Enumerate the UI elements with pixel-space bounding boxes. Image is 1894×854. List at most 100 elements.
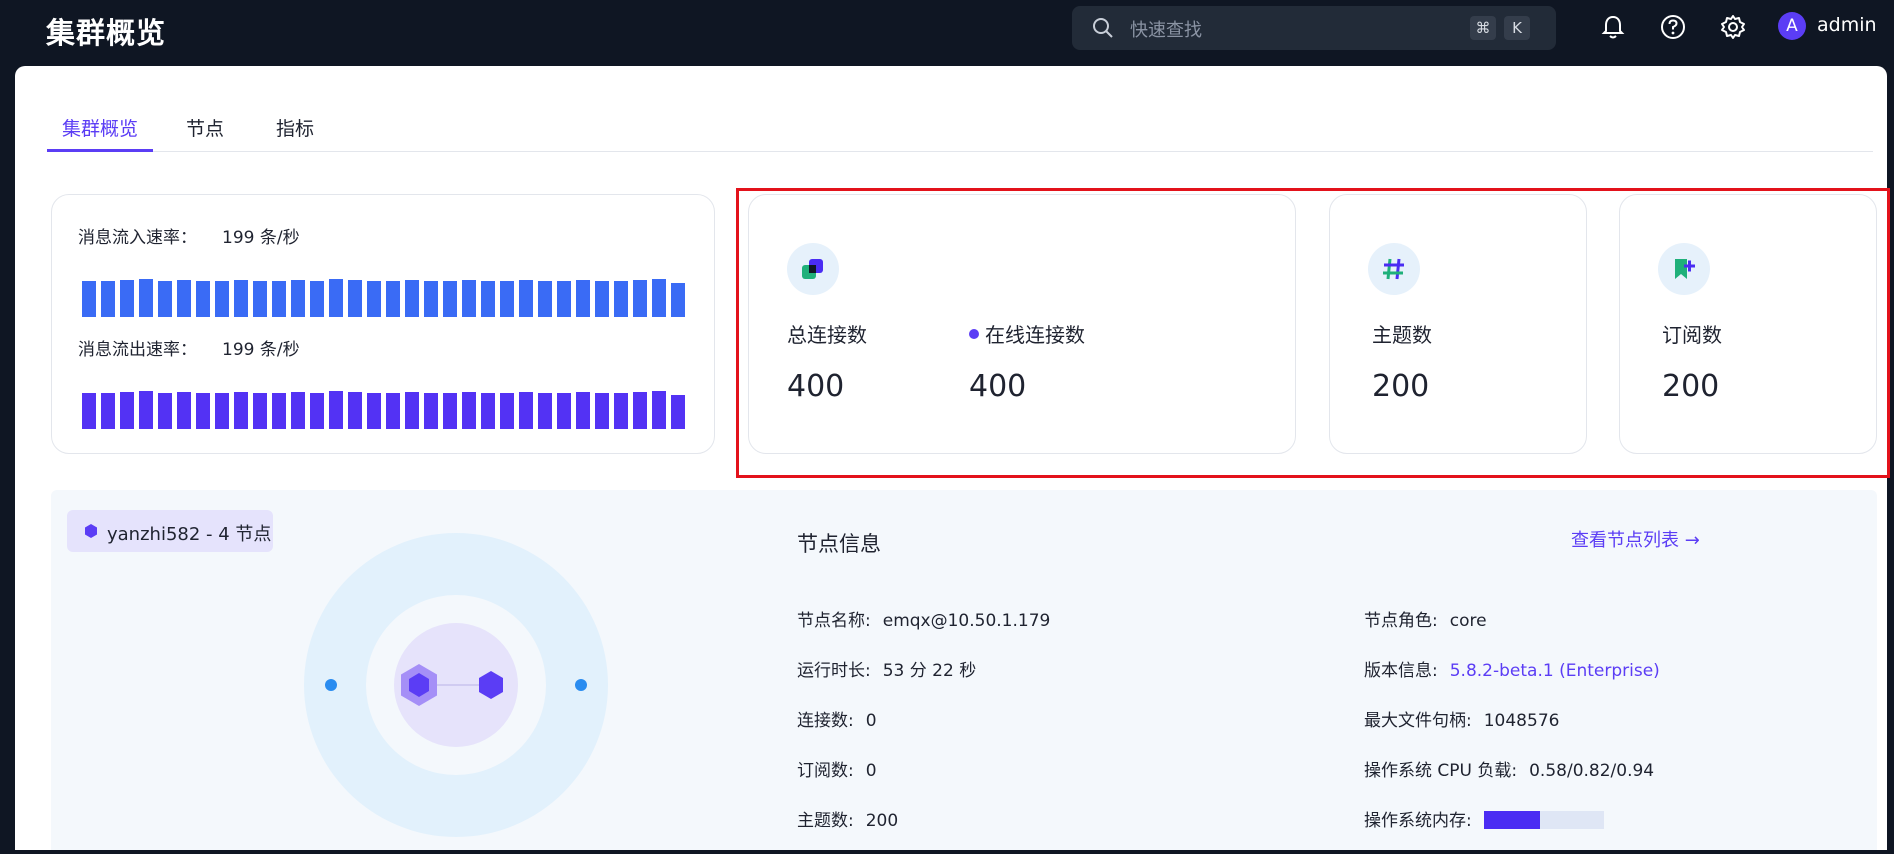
outflow-rate-bar [386, 393, 400, 429]
tab-cluster-overview[interactable]: 集群概览 [47, 114, 154, 152]
inflow-rate-bar [234, 280, 248, 317]
inflow-rate-bar [215, 281, 229, 317]
outflow-rate-bar [291, 392, 305, 429]
help-icon[interactable] [1658, 12, 1688, 42]
node-info-title: 节点信息 [797, 532, 881, 556]
inflow-rate-bar [291, 280, 305, 317]
inflow-rate-bar [633, 280, 647, 317]
outflow-rate-bar [633, 392, 647, 429]
outflow-rate-bar [367, 393, 381, 429]
outflow-rate-bar [139, 391, 153, 429]
outflow-rate-bars [82, 391, 685, 429]
username[interactable]: admin [1817, 14, 1877, 36]
inflow-rate-bar [177, 280, 191, 317]
shortcut-cmd-key: ⌘ [1470, 16, 1496, 40]
inflow-rate-bar [443, 281, 457, 317]
outflow-rate-bar [519, 392, 533, 429]
cluster-name: yanzhi582 - 4 节点 [107, 524, 272, 545]
outflow-rate-bar [671, 395, 685, 429]
version-link[interactable]: 5.8.2-beta.1 (Enterprise) [1450, 661, 1660, 681]
inflow-rate-bar [120, 280, 134, 317]
topics-row: 主题数: 200 [797, 806, 898, 831]
inflow-rate-bar [481, 281, 495, 317]
inflow-rate-bar [253, 281, 267, 317]
inflow-rate-bar [519, 280, 533, 317]
memory-key: 操作系统内存: [1364, 811, 1472, 831]
version-key: 版本信息: [1364, 661, 1438, 681]
app-window: 集群概览 快速查找 ⌘ K A admin 集群概览 节点 指标 消息流入速率：… [4, 4, 1890, 850]
memory-usage-fill [1483, 811, 1541, 829]
inflow-rate-bar [272, 281, 286, 317]
view-node-list-link[interactable]: 查看节点列表 → [1571, 526, 1700, 552]
connections-row: 连接数: 0 [797, 706, 877, 731]
left-node-dot[interactable] [325, 679, 337, 691]
inflow-rate-bar [386, 281, 400, 317]
inflow-rate-bar [652, 279, 666, 317]
node-name-value: emqx@10.50.1.179 [882, 611, 1051, 631]
uptime-value: 53 分 22 秒 [882, 661, 977, 681]
outflow-rate-bar [405, 392, 419, 429]
outflow-rate-bar [215, 393, 229, 429]
search-box[interactable]: 快速查找 ⌘ K [1072, 6, 1556, 50]
outflow-rate-bar [253, 393, 267, 429]
node-role-value: core [1449, 611, 1487, 631]
inflow-rate-bar [614, 281, 628, 317]
topics-value-node: 200 [865, 811, 899, 831]
inflow-rate-label: 消息流入速率： [78, 228, 197, 248]
right-node-dot[interactable] [575, 679, 587, 691]
outflow-rate-bar [538, 393, 552, 429]
tab-nodes[interactable]: 节点 [171, 114, 239, 152]
outflow-rate-bar [310, 393, 324, 429]
inflow-rate-bar [557, 281, 571, 317]
outflow-rate-bar [576, 392, 590, 429]
version-row: 版本信息: 5.8.2-beta.1 (Enterprise) [1364, 656, 1660, 681]
outflow-rate-label: 消息流出速率： [78, 340, 197, 360]
shortcut-k-key: K [1504, 16, 1530, 40]
inflow-rate-bars [82, 279, 685, 317]
outflow-rate-bar [348, 392, 362, 429]
inflow-rate-value: 199 条/秒 [222, 228, 300, 248]
cpu-load-key: 操作系统 CPU 负载: [1364, 761, 1518, 781]
uptime-key: 运行时长: [797, 661, 871, 681]
outflow-rate-bar [443, 393, 457, 429]
outflow-rate-bar [462, 392, 476, 429]
node-name-row: 节点名称: emqx@10.50.1.179 [797, 606, 1050, 631]
outflow-rate-bar [82, 393, 96, 429]
top-bar: 集群概览 快速查找 ⌘ K A admin [4, 4, 1890, 66]
inflow-rate-bar [101, 281, 115, 317]
settings-gear-icon[interactable] [1718, 12, 1748, 42]
outflow-rate-bar [481, 393, 495, 429]
outflow-rate-bar [595, 393, 609, 429]
memory-row: 操作系统内存: [1364, 806, 1604, 831]
cpu-load-row: 操作系统 CPU 负载: 0.58/0.82/0.94 [1364, 756, 1654, 781]
outflow-rate-bar [424, 393, 438, 429]
outflow-rate-bar [500, 393, 514, 429]
node-role-row: 节点角色: core [1364, 606, 1487, 631]
tab-metrics[interactable]: 指标 [261, 114, 329, 152]
subscriptions-row: 订阅数: 0 [797, 756, 877, 781]
outflow-rate-bar [177, 392, 191, 429]
max-fds-row: 最大文件句柄: 1048576 [1364, 706, 1559, 731]
subscriptions-key: 订阅数: [797, 761, 854, 781]
bell-icon[interactable] [1598, 12, 1628, 42]
max-fds-key: 最大文件句柄: [1364, 711, 1472, 731]
outflow-rate-bar [652, 391, 666, 429]
inflow-rate-bar [348, 280, 362, 317]
outflow-rate-value: 199 条/秒 [222, 340, 300, 360]
highlight-box [736, 188, 1890, 478]
inflow-rate-bar [82, 281, 96, 317]
inflow-rate-bar [405, 280, 419, 317]
inflow-rate-bar [196, 281, 210, 317]
outflow-rate-bar [614, 393, 628, 429]
max-fds-value: 1048576 [1483, 711, 1560, 731]
subscriptions-value-node: 0 [865, 761, 877, 781]
node-role-key: 节点角色: [1364, 611, 1438, 631]
inflow-rate-bar [139, 279, 153, 317]
inflow-rate-bar [671, 283, 685, 317]
inflow-rate-bar [424, 281, 438, 317]
memory-usage-bar [1483, 811, 1604, 829]
user-avatar[interactable]: A [1778, 12, 1806, 40]
inflow-rate-bar [158, 281, 172, 317]
tab-bar: 集群概览 节点 指标 [47, 108, 1873, 152]
cluster-badge[interactable]: yanzhi582 - 4 节点 [67, 510, 273, 552]
